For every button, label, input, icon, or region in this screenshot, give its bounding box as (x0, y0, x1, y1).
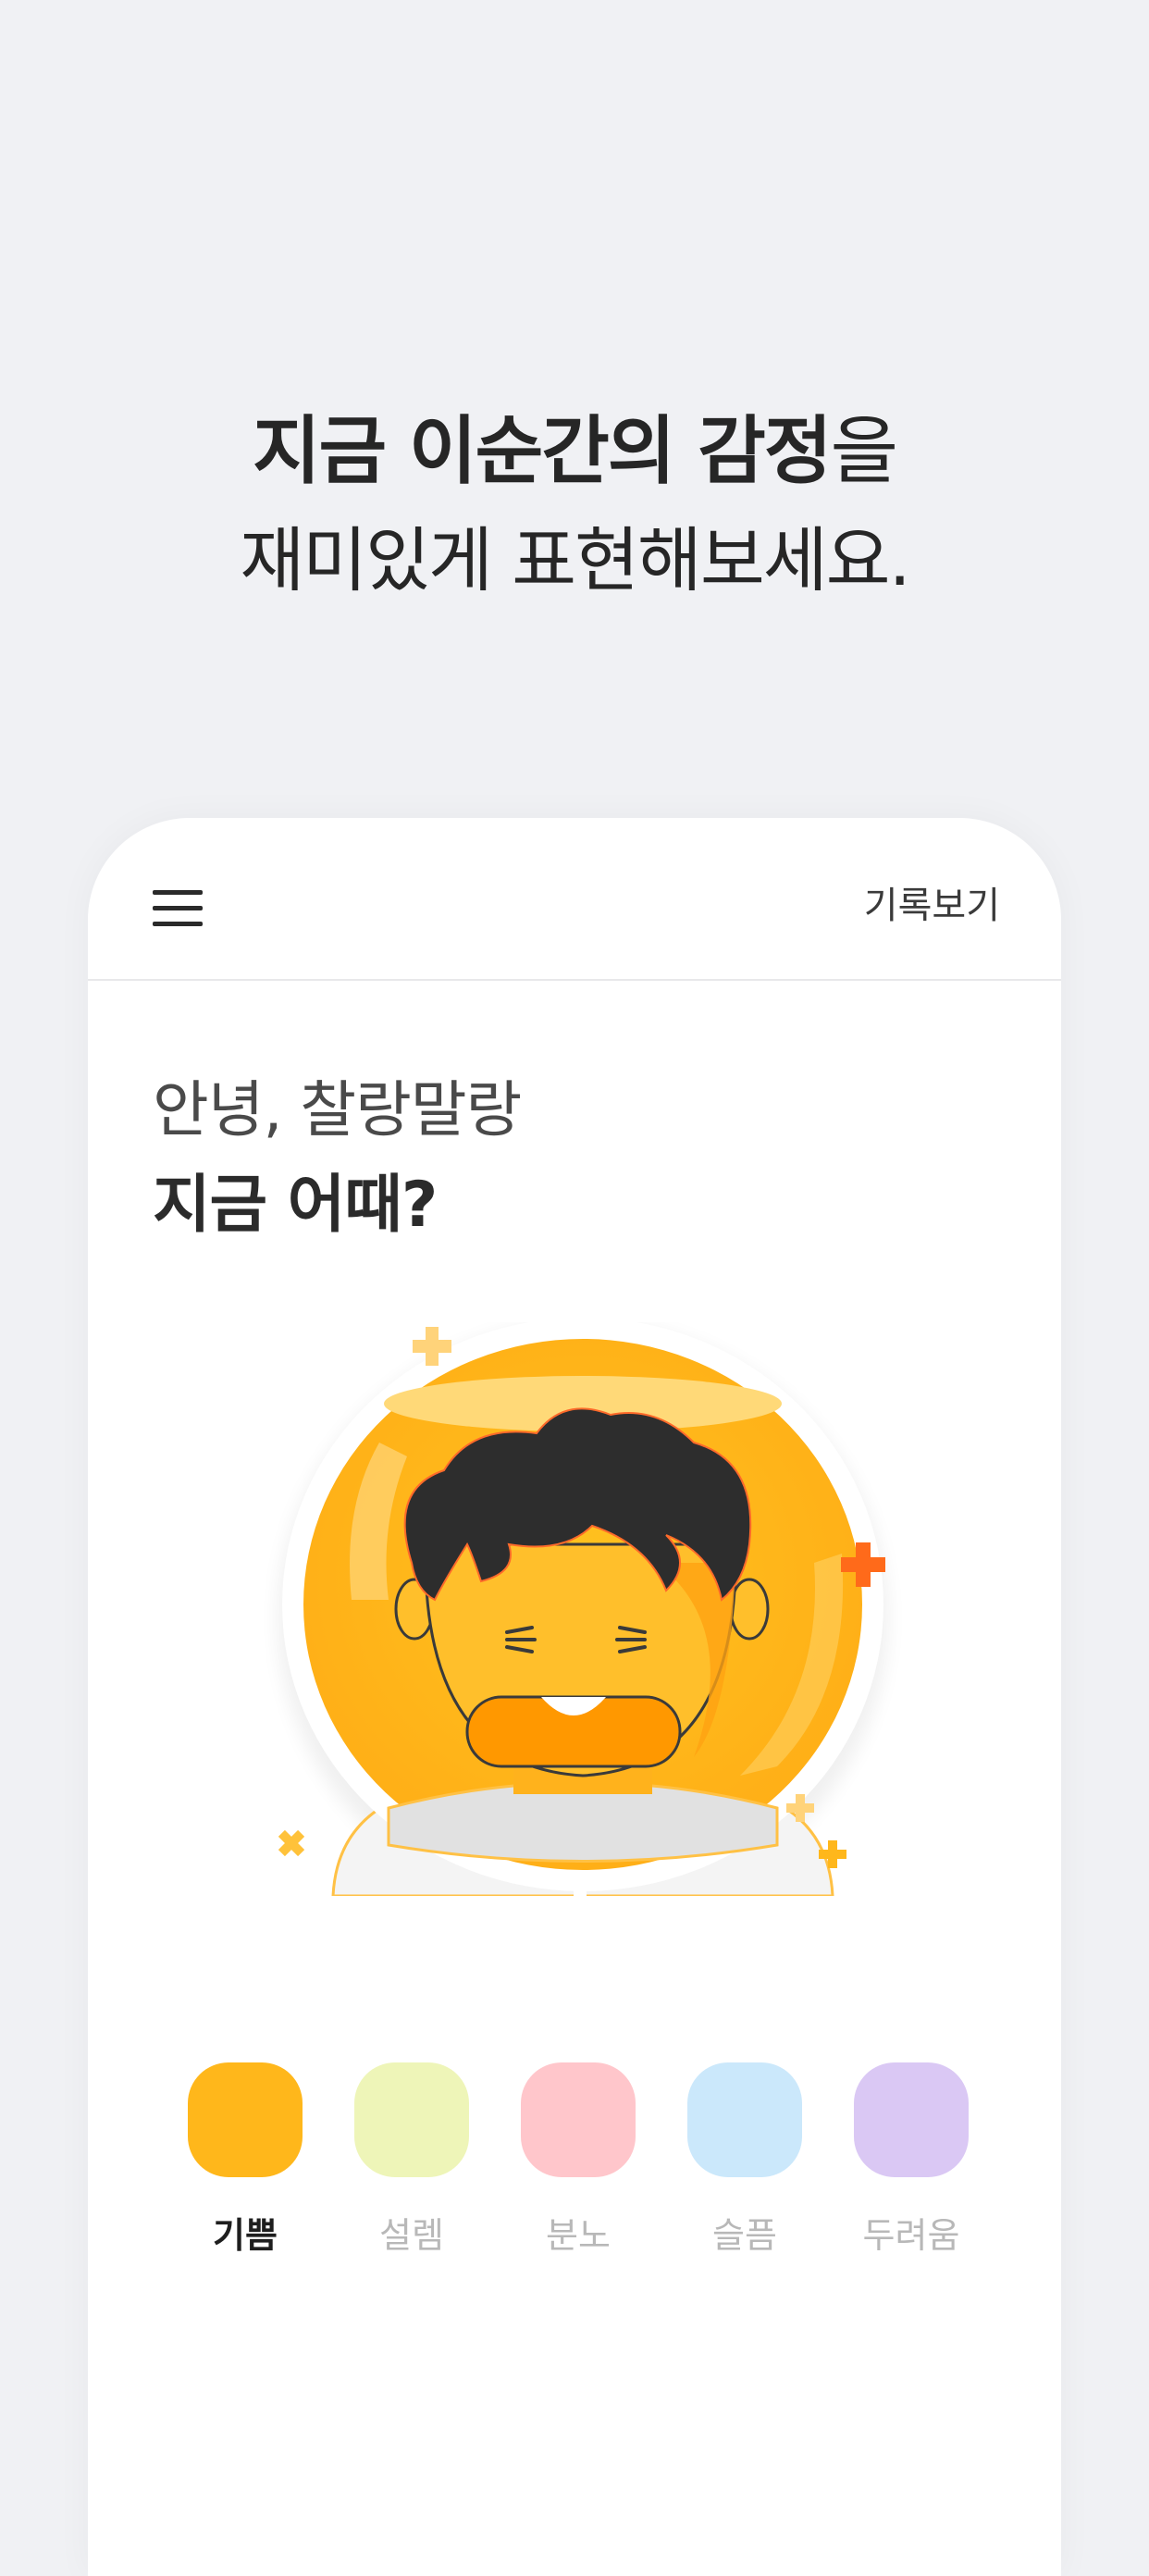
promo-headline: 지금 이순간의 감정을 재미있게 표현해보세요. (0, 398, 1149, 616)
mood-option-anger[interactable]: 분노 (518, 2062, 638, 2258)
mood-option-joy[interactable]: 기쁨 (185, 2062, 305, 2258)
happy-character-illustration (278, 1322, 888, 1896)
history-link[interactable]: 기록보기 (864, 875, 1000, 929)
mood-swatch (188, 2062, 303, 2177)
headline-line-2: 재미있게 표현해보세요. (240, 519, 911, 601)
question-title: 지금 어때? (153, 1169, 438, 1242)
mood-label: 두려움 (862, 2215, 960, 2256)
greeting-text: 안녕, 찰랑말랑 (153, 1074, 522, 1146)
mood-swatch (521, 2062, 636, 2177)
app-top-bar: 기록보기 (88, 818, 1061, 981)
headline-line-1: 지금 이순간의 감정을 (0, 398, 1149, 505)
mood-swatch (354, 2062, 469, 2177)
mood-option-excitement[interactable]: 설렘 (352, 2062, 472, 2258)
headline-suffix: 을 (830, 408, 898, 494)
headline-emphasis: 지금 이순간의 감정 (252, 408, 833, 494)
mood-option-fear[interactable]: 두려움 (851, 2062, 971, 2258)
mood-option-sadness[interactable]: 슬픔 (685, 2062, 805, 2258)
phone-screen: 기록보기 안녕, 찰랑말랑 지금 어때? 기쁨 설렘 분노 슬픔 두려움 (88, 818, 1061, 2576)
mood-label: 분노 (546, 2215, 611, 2256)
hamburger-menu-icon[interactable] (153, 890, 203, 927)
mood-label: 설렘 (379, 2215, 444, 2256)
mood-swatch (854, 2062, 969, 2177)
mood-label: 기쁨 (213, 2215, 278, 2256)
mood-selector: 기쁨 설렘 분노 슬픔 두려움 (185, 2062, 971, 2275)
mood-label: 슬픔 (712, 2215, 777, 2256)
mood-swatch (687, 2062, 802, 2177)
